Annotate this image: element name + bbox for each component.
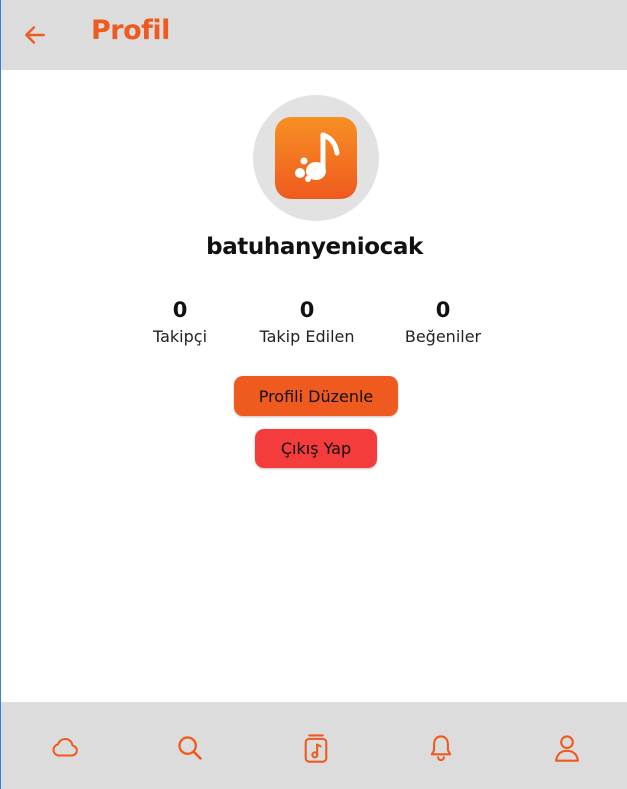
- stat-following[interactable]: 0 Takip Edilen: [237, 296, 377, 350]
- search-icon: [178, 736, 202, 760]
- stat-likes[interactable]: 0 Beğeniler: [373, 296, 513, 350]
- bell-icon: [430, 735, 452, 762]
- logout-button[interactable]: Çıkış Yap: [255, 429, 377, 468]
- followers-label: Takipçi: [152, 327, 208, 346]
- app-bar: Profil: [1, 0, 627, 70]
- avatar: [253, 95, 379, 221]
- nav-item-search[interactable]: [172, 730, 208, 766]
- music-note-app-icon: [275, 117, 357, 199]
- back-button[interactable]: [17, 17, 53, 53]
- stat-followers[interactable]: 0 Takipçi: [110, 296, 250, 350]
- page-title: Profil: [91, 15, 170, 46]
- likes-count: 0: [435, 298, 451, 322]
- followers-count: 0: [172, 298, 188, 322]
- nav-item-cloud[interactable]: [47, 730, 83, 766]
- nav-item-profile[interactable]: [549, 730, 585, 766]
- edit-profile-button[interactable]: Profili Düzenle: [234, 376, 398, 416]
- bottom-nav: [1, 702, 627, 789]
- nav-item-music[interactable]: [298, 730, 334, 766]
- likes-label: Beğeniler: [404, 327, 482, 346]
- music-file-icon: [304, 734, 328, 763]
- nav-item-notifications[interactable]: [423, 730, 459, 766]
- arrow-left-icon: [25, 26, 45, 44]
- following-count: 0: [299, 298, 315, 322]
- following-label: Takip Edilen: [259, 327, 355, 346]
- user-icon: [555, 735, 579, 762]
- username: batuhanyeniocak: [206, 234, 423, 260]
- cloud-icon: [52, 738, 78, 757]
